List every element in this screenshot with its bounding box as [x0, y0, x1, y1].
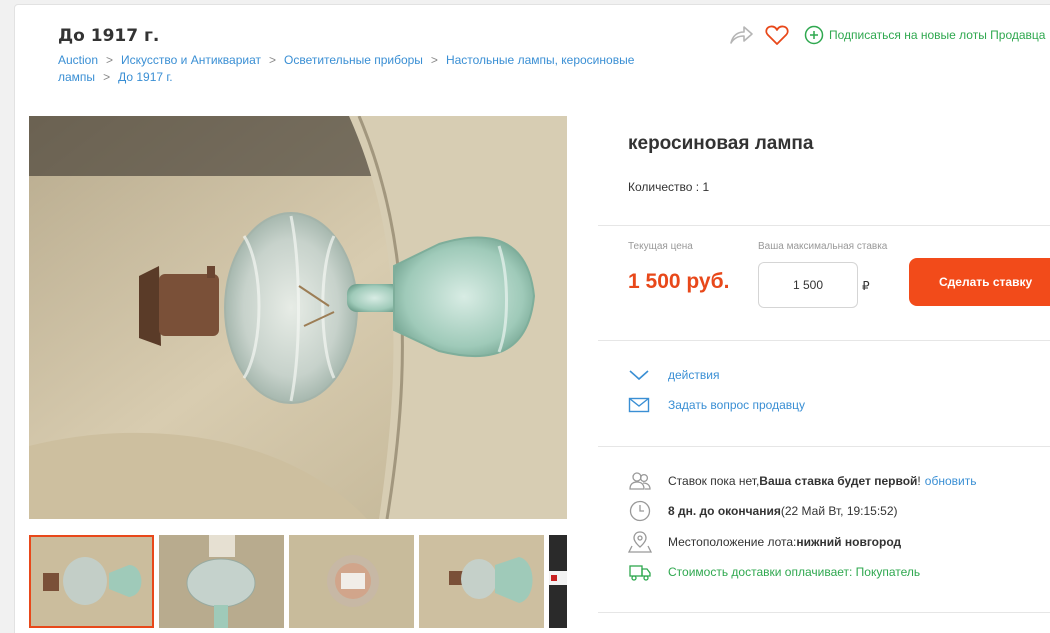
- shipping-info[interactable]: Стоимость доставки оплачивает: Покупател…: [628, 560, 920, 584]
- breadcrumb-art[interactable]: Искусство и Антиквариат: [121, 53, 261, 67]
- breadcrumb: Auction > Искусство и Антиквариат > Осветите…: [58, 52, 658, 86]
- lot-title: керосиновая лампа: [628, 133, 814, 154]
- end-datetime: (22 Май Вт, 19:15:52): [780, 504, 898, 518]
- bids-suffix: !: [917, 474, 921, 488]
- shipping-text: Стоимость доставки оплачивает: Покупател…: [668, 565, 921, 579]
- quantity-text: Количество : 1: [628, 180, 710, 194]
- lamp-photo: [29, 116, 567, 519]
- breadcrumb-separator: >: [430, 53, 438, 67]
- location-label: Местоположение лота:: [668, 535, 797, 549]
- breadcrumb-pre-1917[interactable]: До 1917 г.: [118, 70, 173, 84]
- max-bid-label: Ваша максимальная ставка: [758, 241, 888, 252]
- divider: [598, 225, 1050, 226]
- main-photo[interactable]: [29, 116, 567, 519]
- actions-label: действия: [668, 368, 720, 382]
- thumbnail-image: [289, 535, 414, 628]
- subscribe-label: Подписаться на новые лоты Продавца: [829, 28, 1046, 42]
- thumbnail-1[interactable]: [29, 535, 154, 628]
- thumbnail-3[interactable]: [289, 535, 414, 628]
- actions-dropdown[interactable]: действия: [628, 366, 719, 384]
- thumbnail-image: [549, 535, 567, 628]
- bids-info: Ставок пока нет, Ваша ставка будет перво…: [628, 469, 976, 493]
- bids-first-bid: Ваша ставка будет первой: [759, 474, 918, 488]
- breadcrumb-lighting[interactable]: Осветительные приборы: [284, 53, 423, 67]
- delivery-truck-icon: [629, 565, 651, 581]
- ask-seller-link[interactable]: Задать вопрос продавцу: [628, 396, 805, 414]
- max-bid-input[interactable]: [758, 262, 858, 308]
- top-actions: Подписаться на новые лоты Продавца: [728, 22, 1045, 48]
- thumbnail-image: [159, 535, 284, 628]
- envelope-icon: [628, 397, 650, 413]
- thumbnail-strip: [29, 535, 567, 628]
- place-bid-button[interactable]: Сделать ставку: [909, 258, 1050, 306]
- thumbnail-image: [419, 535, 544, 628]
- location-value: нижний новгород: [796, 535, 902, 549]
- thumbnail-4[interactable]: [419, 535, 544, 628]
- plus-circle-icon: [804, 25, 824, 45]
- time-left-info: 8 дн. до окончания (22 Май Вт, 19:15:52): [628, 499, 898, 523]
- current-price-label: Текущая цена: [628, 241, 693, 252]
- thumbnail-2[interactable]: [159, 535, 284, 628]
- divider: [598, 612, 1050, 613]
- divider: [598, 340, 1050, 341]
- share-icon[interactable]: [728, 23, 754, 47]
- subscribe-button[interactable]: Подписаться на новые лоты Продавца: [804, 25, 1045, 45]
- currency-symbol: ₽: [862, 279, 870, 293]
- refresh-link[interactable]: обновить: [925, 474, 977, 488]
- thumbnail-5[interactable]: [549, 535, 567, 628]
- ask-seller-label: Задать вопрос продавцу: [668, 398, 806, 412]
- location-info: Местоположение лота: нижний новгород: [628, 530, 901, 554]
- time-left-bold: 8 дн. до окончания: [668, 504, 781, 518]
- divider: [598, 446, 1050, 447]
- page-title: До 1917 г.: [58, 26, 160, 46]
- map-pin-icon: [628, 531, 652, 553]
- bids-prefix: Ставок пока нет,: [668, 474, 760, 488]
- chevron-down-icon: [629, 370, 649, 381]
- thumbnail-image: [29, 535, 154, 628]
- clock-icon: [629, 500, 651, 522]
- breadcrumb-separator: >: [103, 70, 111, 84]
- heart-icon[interactable]: [764, 23, 790, 47]
- current-price: 1 500 руб.: [628, 270, 730, 293]
- users-icon: [629, 472, 651, 490]
- breadcrumb-separator: >: [106, 53, 114, 67]
- breadcrumb-auction[interactable]: Auction: [58, 53, 98, 67]
- breadcrumb-separator: >: [268, 53, 276, 67]
